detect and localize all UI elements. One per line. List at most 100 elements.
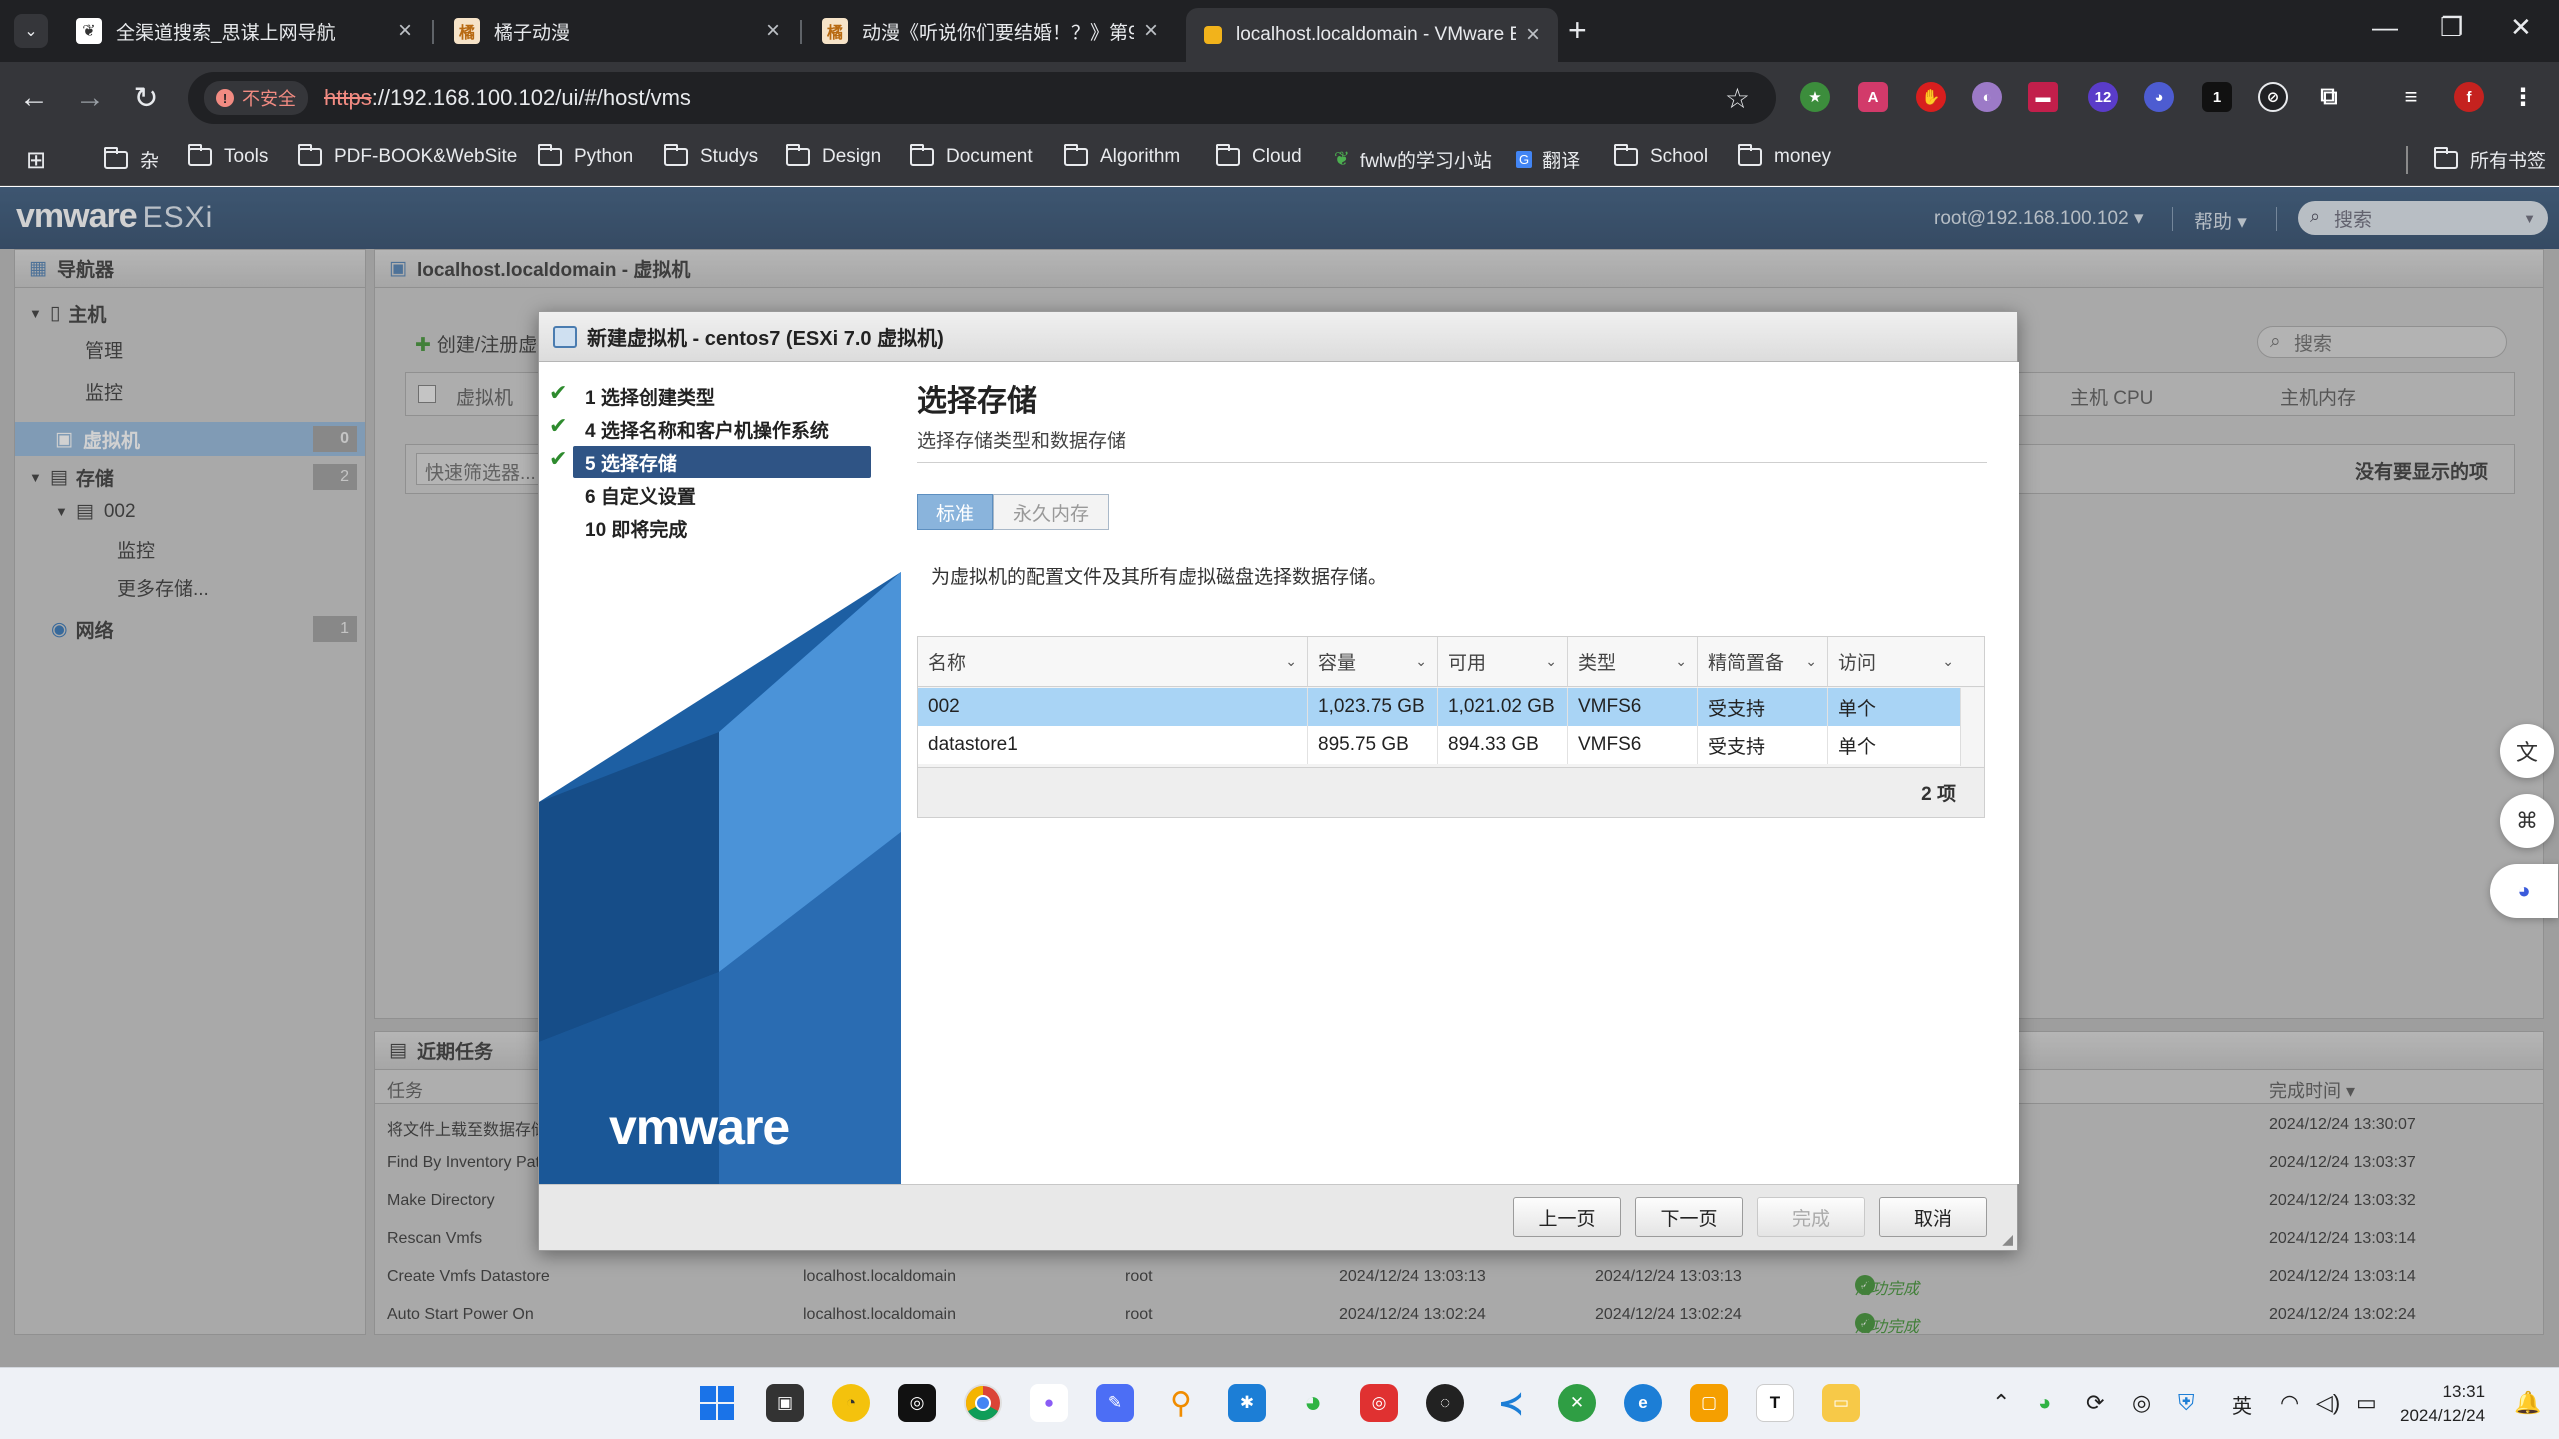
wizard-step-1[interactable]: 1 选择创建类型 <box>573 380 871 412</box>
wizard-step-4[interactable]: 4 选择名称和客户机操作系统 <box>573 413 871 445</box>
bookmark-folder[interactable]: Cloud <box>1216 144 1302 168</box>
new-tab-button[interactable]: + <box>1568 12 1587 49</box>
bookmark-folder[interactable]: 杂 <box>104 146 159 173</box>
tray-wechat-icon[interactable]: ◕ <box>2038 1390 2051 1416</box>
typora-icon[interactable]: T <box>1756 1384 1794 1422</box>
xmind-icon[interactable]: ✕ <box>1558 1384 1596 1422</box>
bookmark-link[interactable]: G 翻译 <box>1516 146 1580 173</box>
col-type[interactable]: 类型 ⌄ <box>1568 637 1698 687</box>
app-icon-pen[interactable]: ✎ <box>1096 1384 1134 1422</box>
task-view-icon[interactable]: ▣ <box>766 1384 804 1422</box>
bookmark-star-icon[interactable]: ☆ <box>1725 82 1750 115</box>
resize-grip-icon[interactable]: ◢ <box>2002 1231 2013 1248</box>
extension-badge-icon[interactable]: 12 <box>2088 82 2118 112</box>
cancel-button[interactable]: 取消 <box>1879 1197 1987 1237</box>
restore-icon[interactable]: ❐ <box>2440 12 2463 43</box>
reload-icon[interactable]: ↻ <box>126 78 166 118</box>
chrome-icon[interactable] <box>964 1384 1002 1422</box>
windows-start-icon[interactable] <box>698 1384 736 1422</box>
apps-grid-icon[interactable]: ⊞ <box>26 146 46 175</box>
netease-music-icon[interactable]: ◎ <box>1360 1384 1398 1422</box>
wizard-step-6[interactable]: 6 自定义设置 <box>573 479 871 511</box>
datastore-row-datastore1[interactable]: datastore1 895.75 GB 894.33 GB VMFS6 受支持… <box>918 726 1960 764</box>
tray-shield-icon[interactable]: ⛨ <box>2178 1390 2195 1416</box>
adblock-icon[interactable]: ✋ <box>1916 82 1946 112</box>
bookmark-folder[interactable]: Python <box>538 144 633 168</box>
finish-button[interactable]: 完成 <box>1757 1197 1865 1237</box>
close-icon[interactable]: × <box>1144 17 1158 45</box>
system-clock[interactable]: 13:31 2024/12/24 <box>2400 1380 2485 1428</box>
app-icon-star[interactable]: ✱ <box>1228 1384 1266 1422</box>
search-app-icon[interactable]: ⚲ <box>1162 1384 1200 1422</box>
bookmark-folder[interactable]: Tools <box>188 144 268 168</box>
browser-tab-1[interactable]: ❦ 全渠道搜索_思谋上网导航 × <box>58 8 430 54</box>
datastore-row-002[interactable]: 002 1,023.75 GB 1,021.02 GB VMFS6 受支持 单个 <box>918 688 1960 726</box>
app-icon-yellow[interactable]: ◔ <box>832 1384 870 1422</box>
extensions-puzzle-icon[interactable]: ⧉ <box>2314 82 2344 112</box>
forward-arrow-icon[interactable]: → <box>70 78 110 118</box>
wizard-step-5-active[interactable]: 5 选择存储 <box>573 446 871 478</box>
app-icon-circle[interactable]: ◌ <box>1426 1384 1464 1422</box>
col-thin-provisioning[interactable]: 精简置备 ⌄ <box>1698 637 1828 687</box>
storage-type-persistent-memory-tab[interactable]: 永久内存 <box>993 494 1109 530</box>
menu-kebab-icon[interactable]: ⋮ <box>2508 82 2538 112</box>
extension-red-icon[interactable]: ▬ <box>2028 82 2058 112</box>
bookmark-folder[interactable]: Studys <box>664 144 758 168</box>
app-icon-chat[interactable]: ● <box>1030 1384 1068 1422</box>
apps-float-icon[interactable]: ⌘ <box>2500 794 2554 848</box>
wizard-step-10[interactable]: 10 即将完成 <box>573 512 871 544</box>
browser-tab-4-active[interactable]: localhost.localdomain - VMware ESXi × <box>1186 8 1558 62</box>
file-explorer-icon[interactable]: ▭ <box>1822 1384 1860 1422</box>
tray-sync-icon[interactable]: ⟳ <box>2086 1390 2104 1416</box>
translate-float-icon[interactable]: 文 <box>2500 724 2554 778</box>
next-button[interactable]: 下一页 <box>1635 1197 1743 1237</box>
extension-dark-icon[interactable]: 1 <box>2202 82 2232 112</box>
volume-icon[interactable]: ◁) <box>2316 1390 2340 1416</box>
security-chip[interactable]: ! 不安全 <box>204 81 308 115</box>
bookmark-folder[interactable]: Document <box>910 144 1033 168</box>
notification-icon[interactable]: 🔔 <box>2514 1390 2541 1416</box>
extension-bot-icon[interactable]: ◕ <box>2144 82 2174 112</box>
all-bookmarks-folder[interactable]: 所有书签 <box>2434 146 2546 173</box>
extension-purple-icon[interactable]: ◐ <box>1972 82 2002 112</box>
battery-icon[interactable]: ▭ <box>2356 1390 2377 1416</box>
extension-green-star-icon[interactable]: ★ <box>1800 82 1830 112</box>
address-bar[interactable]: ! 不安全 https://192.168.100.102/ui/#/host/… <box>188 72 1776 124</box>
close-icon[interactable]: × <box>398 17 412 45</box>
bookmark-folder[interactable]: PDF-BOOK&WebSite <box>298 144 517 168</box>
back-button[interactable]: 上一页 <box>1513 1197 1621 1237</box>
tray-overflow-icon[interactable]: ⌃ <box>1992 1390 2010 1416</box>
assistant-float-icon[interactable]: ◕ <box>2490 864 2558 918</box>
extension-compass-icon[interactable]: ⊘ <box>2258 82 2288 112</box>
vscode-icon[interactable]: ≺ <box>1492 1384 1530 1422</box>
browser-tab-2[interactable]: 橘 橘子动漫 × <box>436 8 798 54</box>
browser-tab-3[interactable]: 橘 动漫《听说你们要结婚！？》第9集 × <box>804 8 1176 54</box>
close-icon[interactable]: × <box>1526 21 1540 49</box>
minimize-icon[interactable]: — <box>2372 12 2398 43</box>
edge-icon[interactable]: e <box>1624 1384 1662 1422</box>
col-access[interactable]: 访问 ⌄ <box>1828 637 1984 687</box>
translate-extension-icon[interactable]: A <box>1858 82 1888 112</box>
bookmark-link[interactable]: ❦ fwlw的学习小站 <box>1334 146 1492 173</box>
wifi-icon[interactable]: ◠ <box>2280 1390 2299 1416</box>
back-arrow-icon[interactable]: ← <box>14 78 54 118</box>
close-icon[interactable]: × <box>766 17 780 45</box>
grid-scrollbar[interactable] <box>1960 688 1984 766</box>
ime-indicator[interactable]: 英 <box>2232 1390 2252 1419</box>
window-close-icon[interactable]: ✕ <box>2510 12 2532 43</box>
bookmark-folder[interactable]: money <box>1738 144 1831 168</box>
wechat-icon[interactable]: ◕ <box>1294 1384 1332 1422</box>
app-icon-window[interactable]: ▢ <box>1690 1384 1728 1422</box>
tray-app-icon[interactable]: ◎ <box>2132 1390 2151 1416</box>
col-capacity[interactable]: 容量 ⌄ <box>1308 637 1438 687</box>
media-control-icon[interactable]: ≡ <box>2396 82 2426 112</box>
col-free[interactable]: 可用 ⌄ <box>1438 637 1568 687</box>
profile-avatar[interactable]: f <box>2454 82 2484 112</box>
bookmark-folder[interactable]: Design <box>786 144 881 168</box>
bookmark-folder[interactable]: Algorithm <box>1064 144 1180 168</box>
app-icon-dark[interactable]: ◎ <box>898 1384 936 1422</box>
col-name[interactable]: 名称 ⌄ <box>918 637 1308 687</box>
storage-type-standard-tab[interactable]: 标准 <box>917 494 993 530</box>
tab-search-button[interactable]: ⌄ <box>14 14 48 48</box>
bookmark-folder[interactable]: School <box>1614 144 1708 168</box>
